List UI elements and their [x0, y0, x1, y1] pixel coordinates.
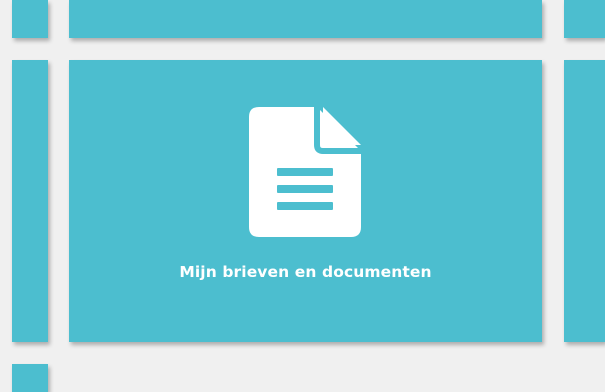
tile-top-right-partial[interactable]: [564, 0, 605, 38]
tile-top-left-partial[interactable]: [12, 0, 48, 38]
tile-label: Mijn brieven en documenten: [179, 263, 432, 281]
document-icon: [249, 107, 361, 237]
tile-right-partial[interactable]: [564, 60, 605, 342]
tile-bottom-left-partial[interactable]: [12, 364, 48, 392]
documents-tile[interactable]: Mijn brieven en documenten: [69, 60, 542, 342]
tile-left-partial[interactable]: [12, 60, 48, 342]
tile-top-center-partial[interactable]: [69, 0, 542, 38]
